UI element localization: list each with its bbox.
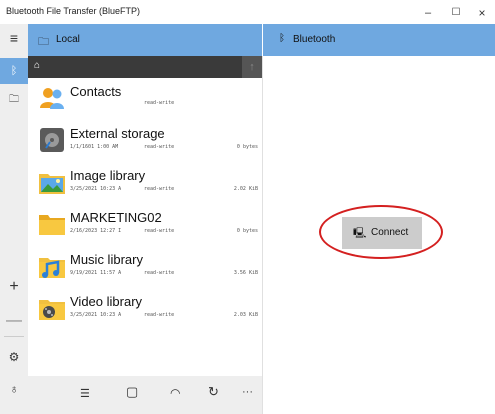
file-permission: read-write — [144, 312, 175, 318]
file-size: 0 bytes — [236, 228, 258, 234]
up-folder-button[interactable]: ↑ — [242, 56, 262, 78]
video-library-icon — [39, 300, 65, 320]
list-item[interactable]: Music library 9/19/2021 11:57 A read-wri… — [28, 248, 262, 288]
file-date: 9/19/2021 11:57 A — [70, 270, 122, 276]
bluetooth-pane: 🖳 Connect — [262, 56, 495, 414]
file-permission: read-write — [144, 186, 175, 192]
path-bar: ⌂ ↑ — [28, 56, 262, 78]
bluetooth-icon[interactable]: ᛒ — [0, 58, 28, 84]
file-name: Contacts — [70, 84, 122, 99]
add-icon[interactable]: + — [0, 278, 28, 296]
file-size: 2.03 KiB — [233, 312, 258, 318]
bluetooth-pane-title: Bluetooth — [293, 34, 336, 45]
file-size: 3.56 KiB — [233, 270, 258, 276]
device-icon[interactable]: ▢ — [126, 384, 138, 400]
music-library-icon — [39, 258, 65, 278]
bottom-toolbar: ☰ ▢ ◠ ↻ ··· — [28, 376, 262, 414]
file-permission: read-write — [144, 228, 175, 234]
sidebar-divider — [4, 336, 24, 337]
local-pane-header: 🗀 Local — [28, 24, 262, 56]
maximize-button[interactable]: ☐ — [446, 3, 466, 23]
local-folder-icon[interactable]: 🗀 — [0, 92, 28, 109]
file-permission: read-write — [144, 144, 175, 150]
tips-icon[interactable]: ♁ — [0, 382, 28, 396]
sidebar: ≡ ᛒ 🗀 + — ⚙ ♁ — [0, 24, 28, 414]
file-name: External storage — [70, 126, 165, 141]
connect-label: Connect — [371, 227, 409, 238]
settings-icon[interactable]: ⚙ — [0, 350, 28, 364]
list-item[interactable]: Image library 3/25/2021 10:23 A read-wri… — [28, 164, 262, 204]
refresh-icon[interactable]: ↻ — [208, 384, 219, 400]
remove-icon[interactable]: — — [0, 312, 28, 330]
file-size: 0 bytes — [236, 144, 258, 150]
home-icon[interactable]: ⌂ — [34, 60, 40, 71]
file-permission: read-write — [144, 100, 175, 106]
file-permission: read-write — [144, 270, 175, 276]
image-library-icon — [39, 174, 65, 194]
contacts-icon — [40, 88, 64, 109]
file-name: MARKETING02 — [70, 210, 162, 225]
bluetooth-pane-header: ᛒ Bluetooth — [262, 24, 495, 56]
connect-button[interactable]: 🖳 Connect — [342, 217, 422, 249]
list-item[interactable]: Contacts read-write — [28, 80, 262, 120]
close-button[interactable]: × — [472, 3, 492, 23]
local-folder-icon: 🗀 — [38, 36, 49, 48]
file-date: 2/16/2023 12:27 I — [70, 228, 122, 234]
local-pane-title: Local — [56, 34, 80, 45]
title-bar: Bluetooth File Transfer (BlueFTP) – ☐ × — [0, 0, 495, 24]
file-date: 3/25/2021 10:23 A — [70, 312, 122, 318]
list-item[interactable]: External storage 1/1/1601 1:00 AM read-w… — [28, 122, 262, 162]
external-storage-icon — [40, 128, 64, 152]
file-date: 3/25/2021 10:23 A — [70, 186, 122, 192]
list-item[interactable]: MARKETING02 2/16/2023 12:27 I read-write… — [28, 206, 262, 246]
file-name: Music library — [70, 252, 143, 267]
list-item[interactable]: Video library 3/25/2021 10:23 A read-wri… — [28, 290, 262, 330]
file-size: 2.02 KiB — [233, 186, 258, 192]
computer-icon: 🖳 — [353, 228, 367, 239]
select-list-icon[interactable]: ☰ — [80, 387, 90, 400]
sync-icon[interactable]: ◠ — [170, 386, 180, 400]
file-date: 1/1/1601 1:00 AM — [70, 144, 119, 150]
folder-icon — [39, 215, 65, 235]
menu-icon[interactable]: ≡ — [0, 30, 28, 46]
bluetooth-icon: ᛒ — [279, 33, 285, 44]
minimize-button[interactable]: – — [418, 3, 438, 23]
window-title: Bluetooth File Transfer (BlueFTP) — [6, 6, 141, 16]
file-name: Image library — [70, 168, 146, 183]
file-name: Video library — [70, 294, 143, 309]
file-list: Contacts read-write External storage 1/1… — [28, 78, 262, 376]
more-icon[interactable]: ··· — [242, 386, 253, 398]
